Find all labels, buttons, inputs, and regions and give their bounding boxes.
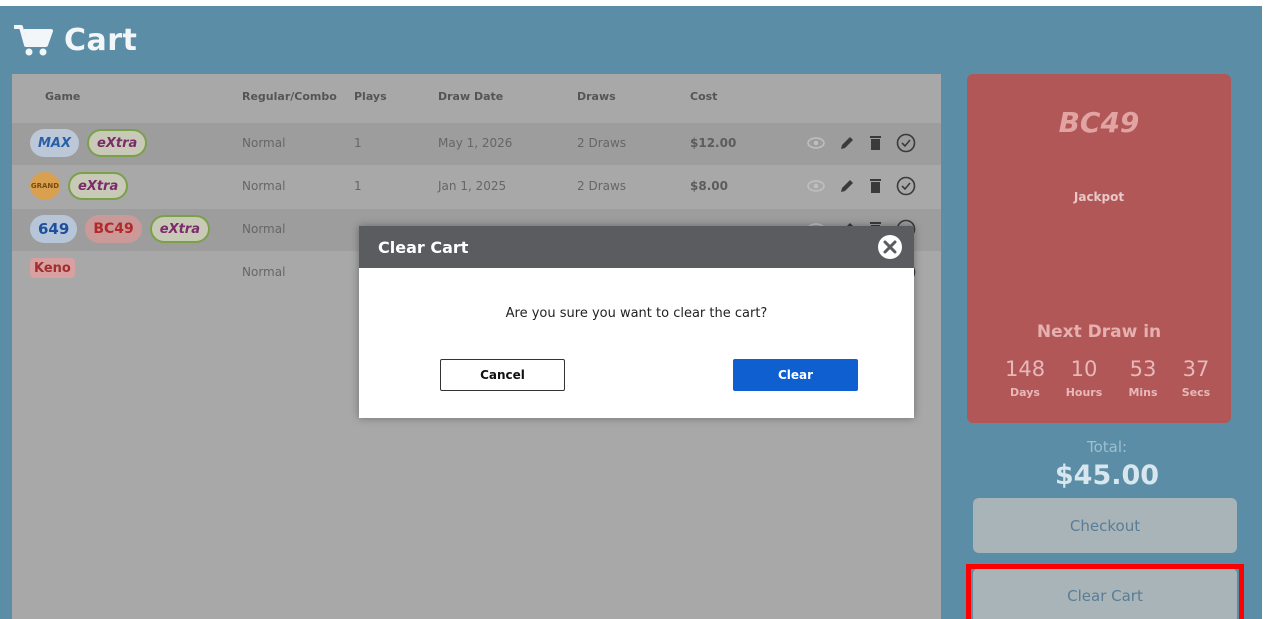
row-draws: 2 Draws: [577, 179, 627, 193]
clear-cart-dialog: Clear Cart Are you sure you want to clea…: [359, 226, 914, 418]
row-plays: 1: [354, 136, 362, 150]
game-logos: Keno: [30, 258, 75, 278]
row-actions: [807, 176, 916, 196]
table-row: GRAND eXtra Normal 1 Jan 1, 2025 2 Draws…: [12, 166, 941, 208]
daily-grand-logo: GRAND: [30, 172, 60, 200]
column-header-draw-date: Draw Date: [438, 90, 504, 103]
keno-logo: Keno: [30, 258, 75, 278]
countdown-mins: 53 Mins: [1128, 357, 1158, 399]
dialog-message: Are you sure you want to clear the cart?: [505, 306, 768, 321]
extra-logo: eXtra: [149, 215, 210, 243]
header: Cart: [12, 16, 137, 64]
delete-icon[interactable]: [869, 178, 882, 194]
jackpot-label: Jackpot: [1073, 190, 1125, 204]
table-row: MAX eXtra Normal 1 May 1, 2026 2 Draws $…: [12, 123, 941, 165]
row-cost: $12.00: [690, 136, 737, 150]
view-icon[interactable]: [807, 179, 825, 193]
edit-icon[interactable]: [839, 178, 855, 194]
jackpot-panel: BC49 Jackpot Next Draw in 148 Days 10 Ho…: [967, 74, 1231, 423]
checkout-button[interactable]: Checkout: [973, 498, 1237, 553]
shopping-cart-icon: [12, 23, 54, 57]
edit-icon[interactable]: [839, 135, 855, 151]
page-title: Cart: [64, 22, 138, 58]
lotto-max-logo: MAX: [30, 129, 80, 157]
extra-logo: eXtra: [68, 172, 129, 200]
extra-logo: eXtra: [87, 129, 148, 157]
row-type: Normal: [242, 265, 286, 279]
close-icon[interactable]: [877, 234, 903, 260]
column-header-plays: Plays: [354, 90, 387, 103]
cart-page: Cart Game Regular/Combo Plays Draw Date …: [0, 6, 1262, 619]
dialog-title: Clear Cart: [378, 238, 469, 257]
row-cost: $8.00: [690, 179, 728, 193]
confirm-icon[interactable]: [896, 133, 916, 153]
next-draw-label: Next Draw in: [1036, 322, 1162, 342]
cancel-button[interactable]: Cancel: [440, 359, 565, 391]
row-draw-date: May 1, 2026: [438, 136, 513, 150]
highlight-box: [966, 564, 1244, 619]
row-draw-date: Jan 1, 2025: [438, 179, 507, 193]
total-value: $45.00: [1054, 460, 1160, 491]
bc49-logo: BC49: [85, 215, 142, 243]
game-logos: MAX eXtra: [30, 129, 148, 157]
view-icon[interactable]: [807, 136, 825, 150]
countdown-hours: 10 Hours: [1065, 357, 1103, 399]
countdown-secs: 37 Secs: [1181, 357, 1211, 399]
lotto-649-logo: 649: [30, 215, 78, 243]
confirm-icon[interactable]: [896, 176, 916, 196]
row-type: Normal: [242, 136, 286, 150]
row-draws: 2 Draws: [577, 136, 627, 150]
column-header-draws: Draws: [577, 90, 616, 103]
countdown-days: 148 Days: [1005, 357, 1046, 399]
clear-button[interactable]: Clear: [733, 359, 858, 391]
column-header-game: Game: [45, 90, 81, 103]
bc49-logo: BC49: [1058, 106, 1140, 139]
column-header-cost: Cost: [690, 90, 718, 103]
row-actions: [807, 133, 916, 153]
total-label: Total:: [1086, 438, 1128, 456]
dialog-header: Clear Cart: [359, 226, 914, 268]
delete-icon[interactable]: [869, 135, 882, 151]
game-logos: GRAND eXtra: [30, 172, 129, 200]
row-plays: 1: [354, 179, 362, 193]
row-type: Normal: [242, 179, 286, 193]
game-logos: 649 BC49 eXtra: [30, 215, 210, 243]
column-header-regular-combo: Regular/Combo: [242, 90, 337, 103]
row-type: Normal: [242, 222, 286, 236]
